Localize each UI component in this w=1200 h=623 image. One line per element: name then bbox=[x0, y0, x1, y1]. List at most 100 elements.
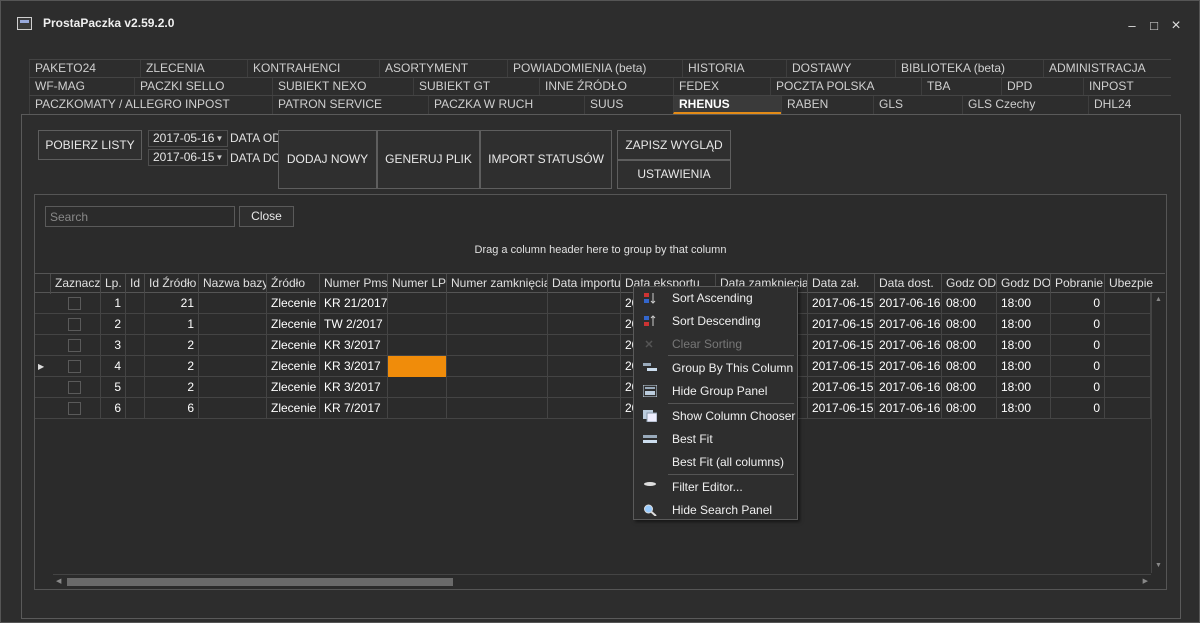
tab-powiadomienia[interactable]: POWIADOMIENIA (beta) bbox=[507, 60, 682, 78]
tab-paketo24[interactable]: PAKETO24 bbox=[29, 60, 140, 78]
table-cell[interactable] bbox=[126, 335, 145, 356]
generate-file-button[interactable]: GENERUJ PLIK bbox=[377, 130, 480, 189]
menu-hide-group-panel[interactable]: Hide Group Panel bbox=[634, 380, 797, 402]
column-header-zrodlo[interactable]: Źródło bbox=[267, 274, 320, 294]
table-cell[interactable] bbox=[199, 398, 267, 419]
tab-asortyment[interactable]: ASORTYMENT bbox=[379, 60, 507, 78]
table-cell[interactable] bbox=[388, 377, 447, 398]
table-cell[interactable] bbox=[388, 293, 447, 314]
table-cell[interactable]: Zlecenie bbox=[267, 377, 320, 398]
tab-dpd[interactable]: DPD bbox=[1001, 78, 1083, 96]
table-cell[interactable]: 18:00 bbox=[997, 377, 1051, 398]
fetch-lists-button[interactable]: POBIERZ LISTY bbox=[38, 130, 142, 160]
table-cell[interactable]: 6 bbox=[101, 398, 126, 419]
scroll-left-icon[interactable]: ◀ bbox=[56, 577, 61, 585]
tab-historia[interactable]: HISTORIA bbox=[682, 60, 786, 78]
table-cell[interactable]: 2017-06-16 bbox=[875, 335, 942, 356]
table-cell[interactable] bbox=[126, 314, 145, 335]
table-cell[interactable]: 2017-06-15 bbox=[808, 356, 875, 377]
scroll-up-icon[interactable]: ▲ bbox=[1155, 296, 1162, 303]
table-cell[interactable] bbox=[548, 356, 621, 377]
tab-rhenus[interactable]: RHENUS bbox=[673, 96, 781, 114]
table-cell[interactable]: 18:00 bbox=[997, 398, 1051, 419]
column-header-godz-od[interactable]: Godz OD bbox=[942, 274, 997, 294]
table-cell[interactable] bbox=[126, 377, 145, 398]
table-cell[interactable]: Zlecenie bbox=[267, 314, 320, 335]
table-cell[interactable]: Zlecenie bbox=[267, 293, 320, 314]
row-checkbox[interactable] bbox=[68, 297, 81, 310]
table-cell[interactable] bbox=[1105, 356, 1151, 377]
table-cell[interactable] bbox=[447, 314, 548, 335]
table-cell[interactable]: 08:00 bbox=[942, 293, 997, 314]
table-cell[interactable] bbox=[548, 398, 621, 419]
row-checkbox[interactable] bbox=[68, 402, 81, 415]
column-header-numer-zamkniecia[interactable]: Numer zamknięcia bbox=[447, 274, 548, 294]
table-cell[interactable]: 2017-06-15 bbox=[808, 398, 875, 419]
table-cell[interactable]: 21 bbox=[145, 293, 199, 314]
date-to-picker[interactable]: 2017-06-15 ▼ bbox=[148, 149, 228, 166]
column-header-data-zal[interactable]: Data zał. bbox=[808, 274, 875, 294]
menu-show-column-chooser[interactable]: Show Column Chooser bbox=[634, 405, 797, 427]
tab-gls[interactable]: GLS bbox=[873, 96, 962, 114]
table-cell[interactable]: 2 bbox=[145, 377, 199, 398]
table-cell[interactable] bbox=[199, 377, 267, 398]
table-cell[interactable]: 1 bbox=[145, 314, 199, 335]
column-header-numer-lp[interactable]: Numer LP bbox=[388, 274, 447, 294]
column-header-ubezpieczenie[interactable]: Ubezpie bbox=[1105, 274, 1165, 294]
table-cell[interactable] bbox=[447, 356, 548, 377]
table-cell[interactable]: 08:00 bbox=[942, 398, 997, 419]
table-cell[interactable]: 2017-06-16 bbox=[875, 314, 942, 335]
table-cell[interactable]: 08:00 bbox=[942, 377, 997, 398]
tab-dostawy[interactable]: DOSTAWY bbox=[786, 60, 895, 78]
table-cell[interactable] bbox=[126, 356, 145, 377]
table-cell[interactable] bbox=[51, 314, 101, 335]
vertical-scrollbar[interactable]: ▲ ▼ bbox=[1151, 293, 1165, 573]
table-cell[interactable]: 08:00 bbox=[942, 314, 997, 335]
table-cell[interactable] bbox=[51, 398, 101, 419]
tab-suus[interactable]: SUUS bbox=[584, 96, 673, 114]
table-row[interactable]: 6 6 Zlecenie KR 7/2017 20 2017-06-15 2017-06-1… bbox=[35, 398, 1151, 419]
table-cell[interactable]: 0 bbox=[1051, 293, 1105, 314]
table-cell[interactable]: 6 bbox=[145, 398, 199, 419]
chevron-down-icon[interactable]: ▼ bbox=[212, 131, 227, 146]
table-cell[interactable] bbox=[447, 335, 548, 356]
tab-patron-service[interactable]: PATRON SERVICE bbox=[272, 96, 428, 114]
tab-paczkomaty[interactable]: PACZKOMATY / ALLEGRO INPOST bbox=[29, 96, 272, 114]
table-cell[interactable] bbox=[447, 293, 548, 314]
column-header-zaznacz[interactable]: Zaznacz bbox=[51, 274, 101, 294]
table-cell[interactable]: 2017-06-16 bbox=[875, 377, 942, 398]
table-cell[interactable]: Zlecenie bbox=[267, 356, 320, 377]
table-cell[interactable]: 0 bbox=[1051, 335, 1105, 356]
table-cell[interactable]: Zlecenie bbox=[267, 335, 320, 356]
table-cell[interactable]: 4 bbox=[101, 356, 126, 377]
table-cell[interactable]: 18:00 bbox=[997, 314, 1051, 335]
close-button[interactable]: × bbox=[1166, 17, 1186, 35]
table-cell[interactable] bbox=[1105, 377, 1151, 398]
column-header-lp[interactable]: Lp. bbox=[101, 274, 126, 294]
table-cell[interactable]: KR 3/2017 bbox=[320, 377, 388, 398]
menu-best-fit[interactable]: Best Fit bbox=[634, 428, 797, 450]
menu-sort-ascending[interactable]: Sort Ascending bbox=[634, 287, 797, 309]
row-checkbox[interactable] bbox=[68, 360, 81, 373]
import-status-button[interactable]: IMPORT STATUSÓW bbox=[480, 130, 612, 189]
selected-cell[interactable] bbox=[388, 356, 447, 377]
table-cell[interactable] bbox=[548, 293, 621, 314]
table-cell[interactable] bbox=[447, 398, 548, 419]
table-cell[interactable]: KR 3/2017 bbox=[320, 356, 388, 377]
table-cell[interactable]: 0 bbox=[1051, 377, 1105, 398]
table-cell[interactable]: 18:00 bbox=[997, 293, 1051, 314]
column-header-id-zrodlo[interactable]: Id Źródło bbox=[145, 274, 199, 294]
column-header-data-dost[interactable]: Data dost. bbox=[875, 274, 942, 294]
table-cell[interactable]: 08:00 bbox=[942, 335, 997, 356]
table-cell[interactable]: KR 21/2017 bbox=[320, 293, 388, 314]
date-from-picker[interactable]: 2017-05-16 ▼ bbox=[148, 130, 228, 147]
column-header-id[interactable]: Id bbox=[126, 274, 145, 294]
search-close-button[interactable]: Close bbox=[239, 206, 294, 227]
search-input[interactable] bbox=[45, 206, 235, 227]
chevron-down-icon[interactable]: ▼ bbox=[212, 150, 227, 165]
table-cell[interactable] bbox=[51, 293, 101, 314]
tab-biblioteka[interactable]: BIBLIOTEKA (beta) bbox=[895, 60, 1043, 78]
tab-tba[interactable]: TBA bbox=[921, 78, 1001, 96]
table-cell[interactable] bbox=[199, 293, 267, 314]
tab-kontrahenci[interactable]: KONTRAHENCI bbox=[247, 60, 379, 78]
